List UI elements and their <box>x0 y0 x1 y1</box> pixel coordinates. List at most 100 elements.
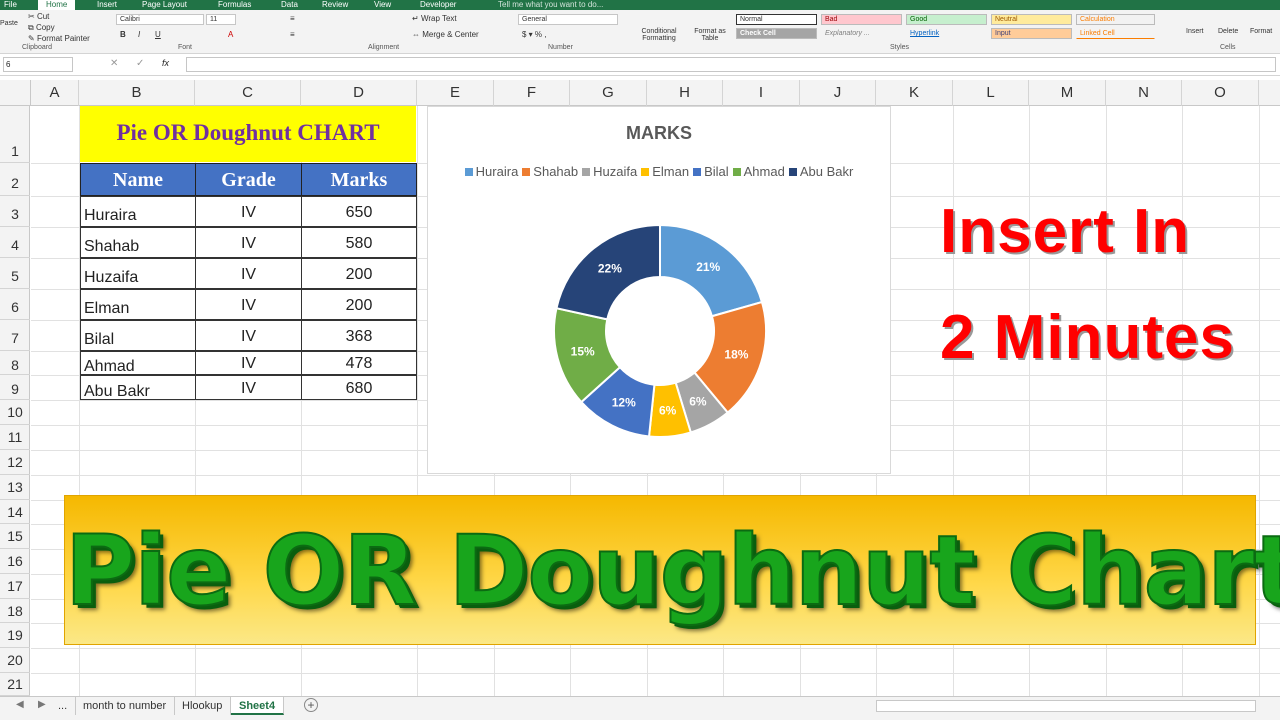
slice-data-label[interactable]: 18% <box>724 348 748 362</box>
column-header-h[interactable]: H <box>647 80 723 106</box>
table-cell[interactable]: Shahab <box>80 227 196 258</box>
row-header[interactable]: 18 <box>0 599 30 623</box>
insert-cells-button[interactable]: Insert <box>1186 28 1204 35</box>
paste-button[interactable]: Paste <box>0 20 18 27</box>
scroll-right-icon[interactable]: ▶ <box>38 699 46 710</box>
align-left-icon[interactable]: ≡ <box>290 30 295 39</box>
table-cell[interactable]: IV <box>195 320 302 351</box>
underline-button[interactable]: U <box>155 30 161 39</box>
row-header[interactable]: 14 <box>0 500 30 524</box>
scroll-left-icon[interactable]: ◀ <box>16 699 24 710</box>
row-header[interactable]: 13 <box>0 475 30 500</box>
sheet-tab-hlookup[interactable]: Hlookup <box>174 697 232 715</box>
conditional-formatting-button[interactable]: Conditional Formatting <box>632 28 686 42</box>
table-cell[interactable]: 580 <box>301 227 417 258</box>
font-color-button[interactable]: A <box>228 30 233 39</box>
slice-data-label[interactable]: 12% <box>612 395 636 409</box>
align-top-icon[interactable]: ≡ <box>290 14 295 23</box>
row-header[interactable]: 20 <box>0 648 30 673</box>
row-header[interactable]: 5 <box>0 258 30 289</box>
sheet-tab-sheet4[interactable]: Sheet4 <box>231 697 285 715</box>
italic-button[interactable]: I <box>138 30 140 39</box>
table-cell[interactable]: IV <box>195 227 302 258</box>
header-name-cell[interactable]: Name <box>80 163 196 196</box>
column-header-l[interactable]: L <box>953 80 1029 106</box>
table-cell[interactable]: 368 <box>301 320 417 351</box>
table-cell[interactable]: Elman <box>80 289 196 320</box>
row-header[interactable]: 11 <box>0 425 30 450</box>
row-header[interactable]: 12 <box>0 450 30 475</box>
confirm-icon[interactable]: ✓ <box>136 58 144 69</box>
style-hyperlink[interactable]: Hyperlink <box>906 28 987 39</box>
column-header-o[interactable]: O <box>1182 80 1259 106</box>
number-format-select[interactable]: General <box>518 14 618 25</box>
table-title-cell[interactable]: Pie OR Doughnut CHART <box>80 106 416 162</box>
slice-data-label[interactable]: 15% <box>571 344 595 358</box>
table-cell[interactable]: Huraira <box>80 196 196 227</box>
tab-formulas[interactable]: Formulas <box>218 0 251 10</box>
slice-data-label[interactable]: 6% <box>659 404 677 418</box>
row-header[interactable]: 9 <box>0 375 30 400</box>
column-header-k[interactable]: K <box>876 80 953 106</box>
tab-data[interactable]: Data <box>281 0 298 10</box>
row-header[interactable]: 3 <box>0 196 30 227</box>
copy-button[interactable]: ⧉ Copy <box>28 23 55 33</box>
format-painter-button[interactable]: ✎ Format Painter <box>28 34 90 43</box>
row-header[interactable]: 16 <box>0 549 30 574</box>
column-header-d[interactable]: D <box>301 80 417 106</box>
select-all-corner[interactable] <box>0 80 31 106</box>
table-cell[interactable]: Bilal <box>80 320 196 351</box>
delete-cells-button[interactable]: Delete <box>1218 28 1238 35</box>
merge-center-button[interactable]: ⇔ Merge & Center <box>412 30 479 39</box>
column-header-g[interactable]: G <box>570 80 647 106</box>
row-header[interactable]: 4 <box>0 227 30 258</box>
tab-page-layout[interactable]: Page Layout <box>142 0 187 10</box>
table-cell[interactable]: Huzaifa <box>80 258 196 289</box>
fx-icon[interactable]: fx <box>162 58 169 68</box>
wrap-text-button[interactable]: ↵ Wrap Text <box>412 14 457 23</box>
doughnut-chart[interactable]: MARKS Huraira Shahab Huzaifa Elman Bilal Ahma… <box>427 106 891 474</box>
table-cell[interactable]: IV <box>195 258 302 289</box>
bold-button[interactable]: B <box>120 30 126 39</box>
column-header-j[interactable]: J <box>800 80 876 106</box>
row-header[interactable]: 6 <box>0 289 30 320</box>
header-marks-cell[interactable]: Marks <box>301 163 417 196</box>
table-cell[interactable]: 680 <box>301 375 417 400</box>
sheet-tab-month-to-number[interactable]: month to number <box>75 697 176 715</box>
sheet-tab-more[interactable]: ... <box>50 697 77 715</box>
formula-input[interactable] <box>186 57 1276 72</box>
tab-home[interactable]: Home <box>38 0 76 10</box>
table-cell[interactable]: IV <box>195 351 302 375</box>
tab-file[interactable]: File <box>4 0 17 10</box>
column-header-b[interactable]: B <box>79 80 195 106</box>
tab-review[interactable]: Review <box>322 0 348 10</box>
row-header[interactable]: 10 <box>0 400 30 425</box>
style-calculation[interactable]: Calculation <box>1076 14 1155 25</box>
row-header[interactable]: 7 <box>0 320 30 351</box>
cut-button[interactable]: ✂ Cut <box>28 12 49 21</box>
column-header-n[interactable]: N <box>1106 80 1182 106</box>
style-linked-cell[interactable]: Linked Cell <box>1076 28 1155 39</box>
row-header[interactable]: 1 <box>0 106 30 163</box>
tab-insert[interactable]: Insert <box>97 0 117 10</box>
table-cell[interactable]: 200 <box>301 258 417 289</box>
slice-data-label[interactable]: 22% <box>598 262 622 276</box>
table-cell[interactable]: IV <box>195 196 302 227</box>
name-box[interactable]: 6 <box>3 57 73 72</box>
header-grade-cell[interactable]: Grade <box>195 163 302 196</box>
cancel-icon[interactable]: ✕ <box>110 58 118 69</box>
font-name-select[interactable]: Calibri <box>116 14 204 25</box>
row-header[interactable]: 2 <box>0 163 30 196</box>
table-cell[interactable]: 650 <box>301 196 417 227</box>
column-header-a[interactable]: A <box>31 80 79 106</box>
row-header[interactable]: 21 <box>0 673 30 696</box>
slice-data-label[interactable]: 21% <box>696 260 720 274</box>
table-cell[interactable]: 200 <box>301 289 417 320</box>
table-cell[interactable]: Ahmad <box>80 351 196 375</box>
doughnut-plot[interactable]: 21% 18% 6% 6% 12% 15% 22% <box>428 107 892 475</box>
format-as-table-button[interactable]: Format as Table <box>688 28 732 42</box>
font-size-select[interactable]: 11 <box>206 14 236 25</box>
format-cells-button[interactable]: Format <box>1250 28 1272 35</box>
style-check-cell[interactable]: Check Cell <box>736 28 817 39</box>
style-input[interactable]: Input <box>991 28 1072 39</box>
